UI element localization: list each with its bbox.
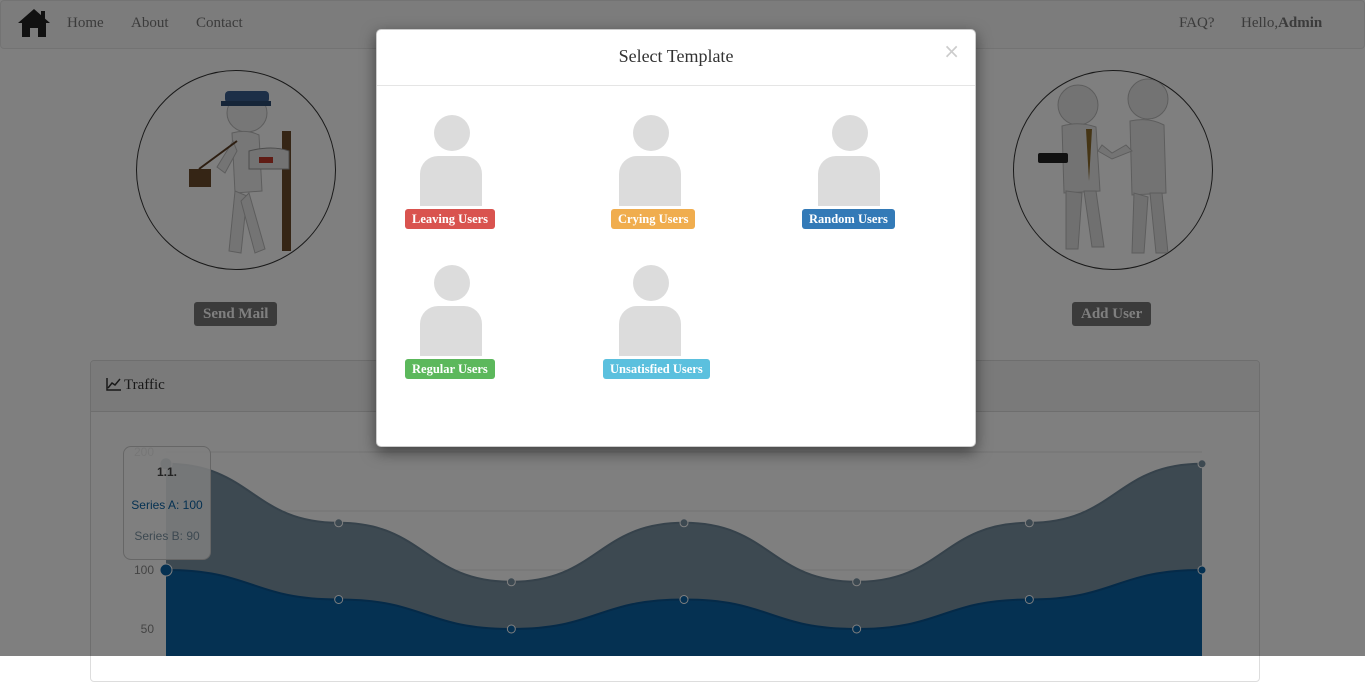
template-label: Crying Users (611, 209, 696, 229)
close-icon[interactable]: × (943, 41, 960, 61)
user-avatar-icon (619, 265, 683, 357)
template-label: Random Users (802, 209, 895, 229)
user-avatar-icon (818, 115, 882, 207)
user-avatar-icon (420, 115, 484, 207)
template-leaving-users[interactable]: Leaving Users (405, 115, 555, 245)
user-avatar-icon (420, 265, 484, 357)
modal-title: Select Template (618, 46, 734, 66)
template-label: Regular Users (405, 359, 495, 379)
user-avatar-icon (619, 115, 683, 207)
select-template-modal: Select Template × Leaving Users Crying U… (376, 29, 976, 447)
template-crying-users[interactable]: Crying Users (604, 115, 754, 245)
template-label: Unsatisfied Users (603, 359, 710, 379)
template-regular-users[interactable]: Regular Users (405, 265, 555, 395)
template-random-users[interactable]: Random Users (802, 115, 953, 245)
modal-header: Select Template × (377, 30, 975, 86)
template-label: Leaving Users (405, 209, 496, 229)
template-unsatisfied-users[interactable]: Unsatisfied Users (603, 265, 754, 395)
